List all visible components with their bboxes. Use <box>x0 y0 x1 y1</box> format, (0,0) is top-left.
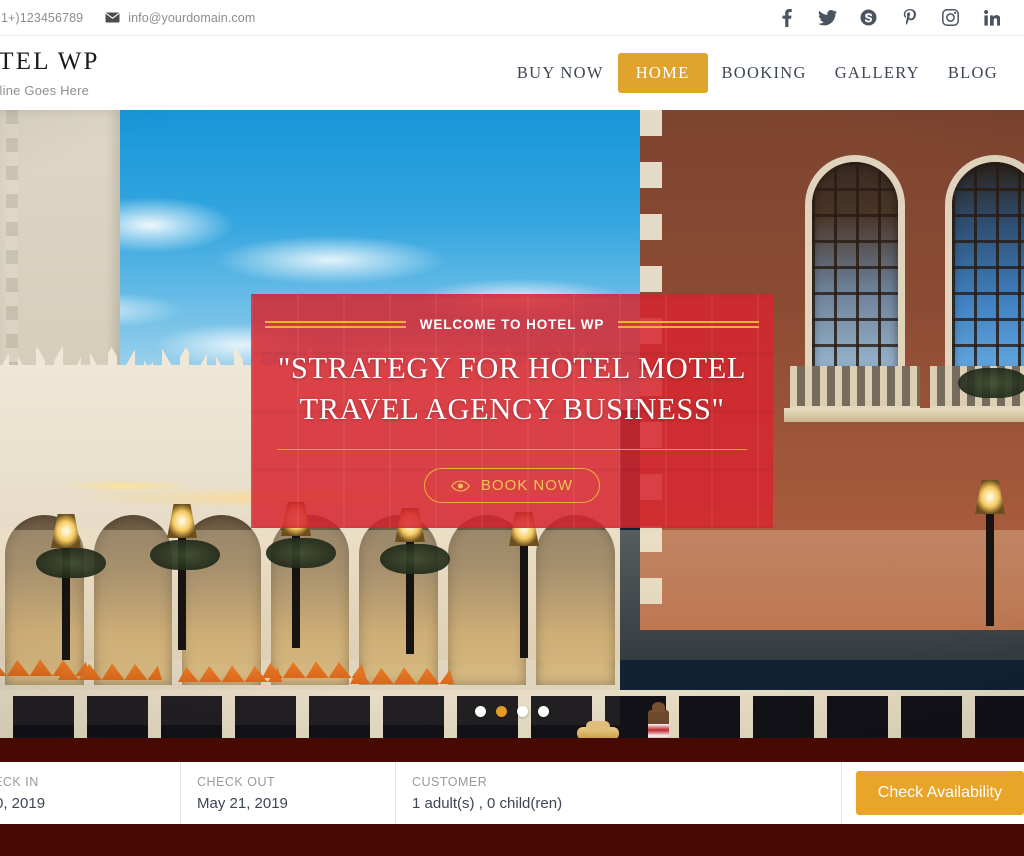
topbar-contact-group: 1+)123456789 info@yourdomain.com <box>0 10 255 25</box>
hero-divider-rule <box>277 449 747 451</box>
book-now-button[interactable]: BOOK NOW <box>423 468 601 504</box>
hero-welcome-text: WELCOME TO HOTEL WP <box>419 317 605 332</box>
customer-field[interactable]: CUSTOMER 1 adult(s) , 0 child(ren) <box>395 762 841 824</box>
booking-action-cell: Check Availability <box>840 762 1024 824</box>
welcome-rule-left <box>265 321 406 328</box>
welcome-rule-right <box>618 321 759 328</box>
checkout-label: CHECK OUT <box>197 774 276 789</box>
email-contact[interactable]: info@yourdomain.com <box>105 10 255 25</box>
slider-pagination <box>0 706 1024 717</box>
brand-name: OTEL WP <box>0 48 100 75</box>
hero-title-line-1: "STRATEGY FOR HOTEL MOTEL <box>277 351 747 385</box>
site-header: OTEL WP Tagline Goes Here BUY NOW HOME B… <box>0 36 1024 110</box>
slider-dot-4[interactable] <box>538 706 549 717</box>
phone-contact[interactable]: 1+)123456789 <box>0 10 83 25</box>
pinterest-icon[interactable] <box>889 0 930 36</box>
checkin-label: CHECK IN <box>0 774 39 789</box>
checkout-value: May 21, 2019 <box>197 794 288 812</box>
hero-slider: WELCOME TO HOTEL WP "STRATEGY FOR HOTEL … <box>0 110 1024 738</box>
brand-logo[interactable]: OTEL WP Tagline Goes Here <box>0 48 100 98</box>
slider-dot-1[interactable] <box>475 706 486 717</box>
envelope-icon <box>105 10 120 25</box>
top-utility-bar: 1+)123456789 info@yourdomain.com <box>0 0 1024 36</box>
twitter-icon[interactable] <box>807 0 848 36</box>
phone-number: 1+)123456789 <box>1 10 84 25</box>
nav-item-blog[interactable]: BLOG <box>934 53 1012 93</box>
main-navigation: BUY NOW HOME BOOKING GALLERY BLOG <box>503 53 1024 93</box>
social-links <box>766 0 1024 36</box>
checkin-value: y 20, 2019 <box>0 794 46 812</box>
eye-icon <box>451 480 470 492</box>
slider-dot-3[interactable] <box>517 706 528 717</box>
facebook-icon[interactable] <box>766 0 807 36</box>
nav-item-gallery[interactable]: GALLERY <box>821 53 934 93</box>
hero-welcome-row: WELCOME TO HOTEL WP <box>251 317 773 332</box>
instagram-icon[interactable] <box>930 0 971 36</box>
customer-label: CUSTOMER <box>412 774 488 789</box>
linkedin-icon[interactable] <box>971 0 1012 36</box>
email-address: info@yourdomain.com <box>128 10 256 25</box>
booking-bar: CHECK IN y 20, 2019 CHECK OUT May 21, 20… <box>0 738 1024 856</box>
booking-bar-panel: CHECK IN y 20, 2019 CHECK OUT May 21, 20… <box>0 762 1024 824</box>
brand-tagline: Tagline Goes Here <box>0 82 90 98</box>
checkout-field[interactable]: CHECK OUT May 21, 2019 <box>180 762 395 824</box>
slider-dot-2[interactable] <box>496 706 507 717</box>
hero-cta-wrap: BOOK NOW <box>251 468 773 504</box>
check-availability-button[interactable]: Check Availability <box>855 771 1024 815</box>
book-now-label: BOOK NOW <box>480 477 574 495</box>
hero-caption-box: WELCOME TO HOTEL WP "STRATEGY FOR HOTEL … <box>251 294 773 528</box>
checkin-field[interactable]: CHECK IN y 20, 2019 <box>0 762 180 824</box>
hero-title: "STRATEGY FOR HOTEL MOTEL TRAVEL AGENCY … <box>251 348 773 429</box>
nav-item-home[interactable]: HOME <box>617 53 708 93</box>
customer-value: 1 adult(s) , 0 child(ren) <box>412 794 563 812</box>
nav-item-booking[interactable]: BOOKING <box>708 53 821 93</box>
hero-title-line-2: TRAVEL AGENCY BUSINESS" <box>299 391 725 426</box>
page-root: 1+)123456789 info@yourdomain.com TEL WP … <box>0 0 1024 856</box>
skype-icon[interactable] <box>848 0 889 36</box>
nav-item-buy-now[interactable]: BUY NOW <box>503 53 618 93</box>
